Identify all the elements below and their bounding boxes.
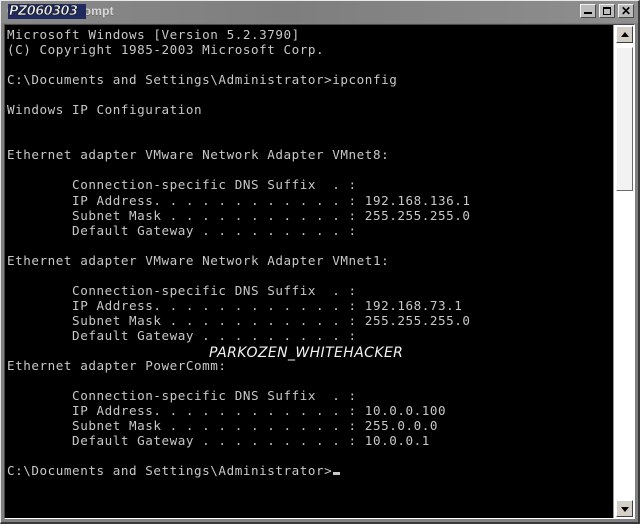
title-watermark: PZ060303 (8, 4, 86, 19)
close-button[interactable]: ✕ (618, 4, 634, 18)
title-bar[interactable]: Command Prompt PZ060303 ✕ (1, 1, 638, 23)
text-cursor (333, 472, 341, 476)
maximize-icon (603, 7, 611, 15)
scrollbar-thumb[interactable] (616, 47, 633, 191)
minimize-icon (584, 12, 592, 14)
title-watermark-text: PZ060303 (9, 4, 79, 19)
scroll-down-button[interactable] (616, 500, 633, 517)
chevron-down-icon (620, 506, 629, 512)
minimize-button[interactable] (580, 4, 596, 18)
vertical-scrollbar[interactable] (613, 25, 634, 518)
command-prompt-window: Command Prompt PZ060303 ✕ Microsoft Wind… (0, 0, 640, 524)
chevron-up-icon (620, 31, 629, 37)
body-watermark: PARKOZEN_WHITEHACKER (209, 345, 404, 361)
close-icon: ✕ (620, 4, 632, 18)
console-output-pane[interactable]: Microsoft Windows [Version 5.2.3790] (C)… (5, 25, 613, 518)
maximize-button[interactable] (599, 4, 615, 18)
console-text: Microsoft Windows [Version 5.2.3790] (C)… (7, 27, 471, 479)
scroll-up-button[interactable] (616, 26, 633, 43)
console-client-area: Microsoft Windows [Version 5.2.3790] (C)… (4, 24, 635, 519)
